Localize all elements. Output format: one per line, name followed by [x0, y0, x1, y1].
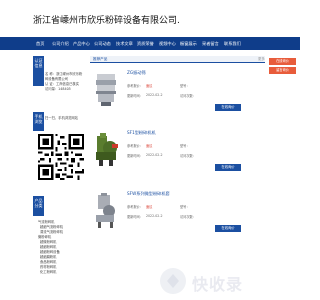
category-item[interactable]: 化工粉碎机: [38, 270, 86, 275]
nav-about[interactable]: 公司介绍: [52, 37, 69, 50]
product-update-label: 更新时间：: [127, 94, 143, 98]
float-message-button[interactable]: 留言询价: [269, 67, 296, 74]
micro-mill-illustration: [96, 193, 115, 228]
nav-products[interactable]: 产品中心: [73, 37, 90, 50]
product-name[interactable]: SF1型粉碎机机: [127, 130, 156, 136]
product-spec-label: 型号：: [180, 144, 190, 148]
nav-messages[interactable]: 采者留言: [202, 37, 219, 50]
sidebar-contact-label: 认证信息: [33, 56, 44, 86]
sidebar-category-list: 气流粉碎机 超细气流粉碎机 涡流气流粉碎机 微粉碎机 超微粉碎机 超细粉碎机 超…: [38, 220, 86, 275]
product-price-label: 参考报价：: [127, 144, 143, 148]
product-views-label: 访问次数：: [180, 154, 196, 158]
product-image-vibrating-screen[interactable]: [92, 72, 120, 108]
product-price-label: 参考报价：: [127, 84, 143, 88]
product-update-label: 更新时间：: [127, 215, 143, 219]
product-update-label: 更新时间：: [127, 154, 143, 158]
main-section-title: 推荐产品: [93, 57, 108, 61]
contact-line-views: 访问量：148405: [45, 87, 71, 91]
more-link[interactable]: 更多: [258, 56, 265, 62]
product-card: SF1型粉碎机机 参考报价： 面议 型号： 更新时间： 2022-02-2 访问…: [92, 126, 264, 184]
inquiry-button[interactable]: 在线询价: [215, 104, 241, 111]
main-nav: 首页 公司介绍 产品中心 公司动态 技术文章 资质荣誉 视频中心 橱窗展示 采者…: [0, 37, 300, 50]
product-update-date: 2022-02-2: [146, 153, 163, 157]
sidebar-category-label: 产品分类: [33, 196, 44, 216]
watermark-logo-icon: [160, 268, 186, 294]
product-update-date: 2022-02-2: [146, 214, 163, 218]
product-update-date: 2022-02-2: [146, 93, 163, 97]
site-title: 浙江省嵊州市欣乐粉碎设备有限公司.: [33, 16, 180, 26]
product-name[interactable]: ZG振动筛: [127, 70, 146, 76]
product-spec-label: 型号：: [180, 84, 190, 88]
vibrating-screen-illustration: [96, 74, 116, 106]
nav-contact[interactable]: 联系我们: [224, 37, 241, 50]
nav-videos[interactable]: 视频中心: [159, 37, 176, 50]
main-section-bar: [90, 56, 265, 63]
contact-line-name: 名 称：浙江嵊州市欣乐粉碎设备有限公司: [45, 72, 83, 81]
product-name[interactable]: SFW系列微型粉碎机套: [127, 191, 170, 197]
qr-code: [38, 133, 84, 181]
sidebar-mobile-label: 手机浏览: [33, 112, 44, 131]
nav-honors[interactable]: 资质荣誉: [137, 37, 154, 50]
mobile-line: 扫一扫，手机浏览网站: [45, 116, 78, 120]
watermark-text: 快收录: [192, 275, 244, 294]
product-price-label: 参考报价：: [127, 205, 143, 209]
product-spec-label: 型号：: [180, 205, 190, 209]
watermark: 快收录: [158, 266, 298, 296]
inquiry-button[interactable]: 在线询价: [215, 225, 241, 232]
float-consult-button[interactable]: 在线询价: [269, 58, 296, 65]
product-image-grinder[interactable]: [92, 132, 120, 168]
site-header: 浙江省嵊州市欣乐粉碎设备有限公司.: [0, 0, 300, 36]
product-price: 面议: [146, 144, 153, 148]
qr-code-image: [38, 134, 84, 180]
nav-news[interactable]: 公司动态: [94, 37, 111, 50]
product-price: 面议: [146, 205, 153, 209]
grinder-illustration: [96, 133, 118, 166]
nav-showcase[interactable]: 橱窗展示: [180, 37, 197, 50]
sidebar-mobile-box: 扫一扫，手机浏览网站: [45, 116, 85, 121]
product-views-label: 访问次数：: [180, 94, 196, 98]
nav-articles[interactable]: 技术文章: [116, 37, 133, 50]
nav-home[interactable]: 首页: [36, 37, 44, 50]
sidebar-contact-box: 名 称：浙江嵊州市欣乐粉碎设备有限公司 认 证：工商信息已核实 访问量：1484…: [45, 72, 85, 92]
product-card: SFW系列微型粉碎机套 参考报价： 面议 型号： 更新时间： 2022-02-2…: [92, 187, 264, 245]
product-price: 面议: [146, 84, 153, 88]
inquiry-button[interactable]: 在线询价: [215, 164, 241, 171]
product-card: ZG振动筛 参考报价： 面议 型号： 更新时间： 2022-02-2 访问次数：…: [92, 66, 264, 124]
product-views-label: 访问次数：: [180, 215, 196, 219]
product-image-micro-mill[interactable]: [92, 193, 120, 229]
